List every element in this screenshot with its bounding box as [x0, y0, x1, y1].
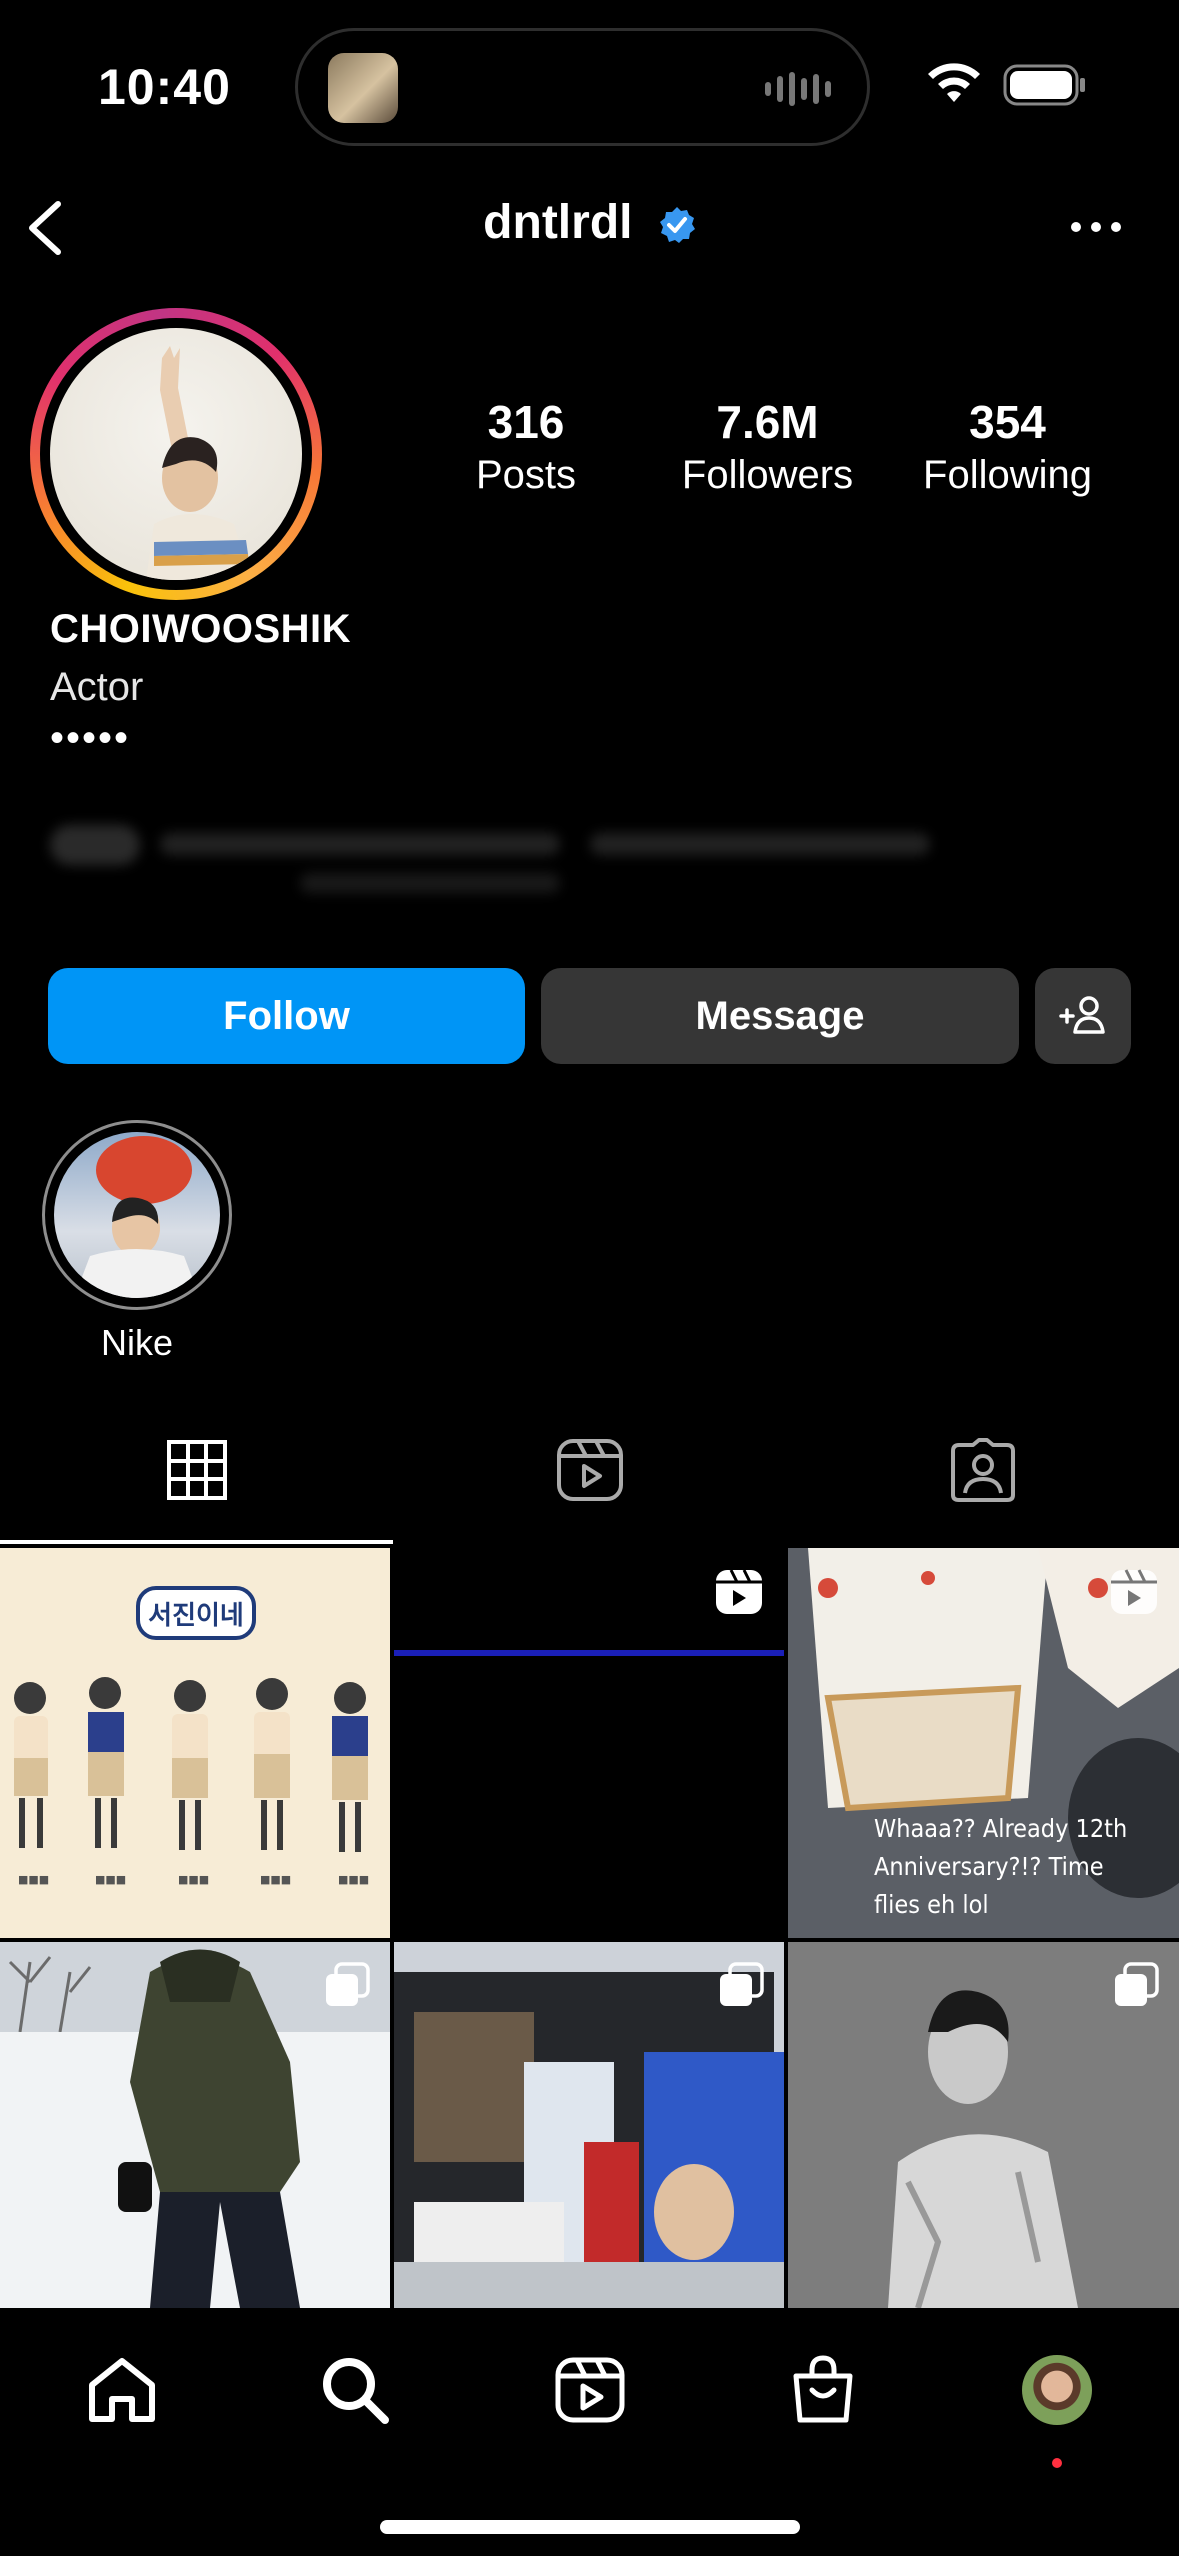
grid-post[interactable]: [788, 1942, 1179, 2308]
reel-icon: [1111, 1569, 1157, 1614]
followers-count-label: Followers: [681, 453, 854, 497]
svg-text:■■■: ■■■: [178, 1873, 209, 1886]
grid-post[interactable]: Whaaa?? Already 12th Anniversary?!? Time…: [788, 1548, 1179, 1938]
posts-count[interactable]: 316 Posts: [446, 395, 606, 498]
shopping-bag-icon: [793, 2355, 853, 2423]
carousel-icon: [720, 1962, 764, 2006]
svg-text:■■■: ■■■: [18, 1873, 49, 1886]
more-options-icon[interactable]: [1068, 212, 1124, 242]
message-button[interactable]: Message: [541, 968, 1019, 1064]
carousel-icon: [1115, 1962, 1159, 2006]
posts-count-label: Posts: [475, 453, 577, 497]
reels-icon: [555, 2357, 625, 2423]
suggested-users-button[interactable]: [1035, 968, 1131, 1064]
profile-avatar[interactable]: [30, 308, 322, 600]
nav-shop[interactable]: [773, 2340, 873, 2440]
grid-post[interactable]: 서진이네 ■■■ ■■■ ■■■ ■■■ ■■■: [0, 1548, 390, 1938]
reels-icon: [556, 1439, 623, 1501]
home-indicator[interactable]: [380, 2520, 800, 2534]
battery-icon: [1003, 64, 1085, 106]
tagged-person-icon: [950, 1438, 1015, 1502]
posts-count-value: 316: [487, 396, 565, 448]
now-playing-thumbnail: [328, 53, 398, 123]
highlight-label: Nike: [100, 1322, 174, 1363]
grid-tab[interactable]: [0, 1400, 393, 1540]
post-title-text: 서진이네: [148, 1601, 244, 1631]
follow-button[interactable]: Follow: [48, 968, 525, 1064]
followers-count-value: 7.6M: [716, 396, 819, 448]
status-time: 10:40: [98, 59, 231, 115]
highlight-cover-photo: [54, 1132, 220, 1298]
audio-waveform-icon: [765, 71, 835, 107]
grid-post[interactable]: [394, 1548, 784, 1938]
home-icon: [89, 2358, 155, 2422]
svg-text:■■■: ■■■: [95, 1873, 126, 1886]
svg-text:■■■: ■■■: [260, 1873, 291, 1886]
notification-dot: [1052, 2458, 1062, 2468]
avatar-photo: [50, 328, 302, 580]
search-icon: [323, 2358, 389, 2424]
add-person-icon: [1059, 996, 1105, 1034]
wifi-icon: [928, 63, 980, 102]
post-thumbnail-line: [394, 1650, 784, 1656]
verified-badge-icon: [659, 207, 695, 244]
bottom-navigation: [0, 2308, 1179, 2556]
reels-tab[interactable]: [393, 1400, 786, 1540]
blurred-bio-text: [50, 825, 930, 893]
tagged-tab[interactable]: [786, 1400, 1179, 1540]
following-count-value: 354: [969, 396, 1046, 448]
reel-icon: [716, 1569, 762, 1614]
active-tab-indicator: [0, 1540, 393, 1544]
post-illustration: 서진이네 ■■■ ■■■ ■■■ ■■■ ■■■: [14, 1586, 369, 1886]
nav-profile[interactable]: [1007, 2340, 1107, 2440]
username-text: dntlrdl: [483, 196, 633, 249]
profile-category: Actor: [50, 665, 144, 709]
following-count[interactable]: 354 Following: [900, 395, 1115, 498]
following-count-label: Following: [923, 453, 1092, 497]
profile-display-name: CHOIWOOSHIK: [50, 607, 352, 651]
nav-search[interactable]: [305, 2340, 405, 2440]
post-caption-overlay: Whaaa?? Already 12th Anniversary?!? Time…: [874, 1814, 1128, 1919]
own-avatar: [1022, 2355, 1092, 2425]
followers-count[interactable]: 7.6M Followers: [660, 395, 875, 498]
nav-home[interactable]: [72, 2340, 172, 2440]
grid-icon: [166, 1440, 227, 1500]
nav-reels[interactable]: [540, 2340, 640, 2440]
bio-more-indicator[interactable]: •••••: [50, 716, 130, 761]
grid-post[interactable]: [394, 1942, 784, 2308]
profile-username-header: dntlrdl: [0, 195, 1179, 250]
carousel-icon: [326, 1962, 370, 2006]
story-highlight[interactable]: [42, 1120, 232, 1310]
dynamic-island[interactable]: [295, 28, 870, 146]
svg-text:■■■: ■■■: [338, 1873, 369, 1886]
grid-post[interactable]: [0, 1942, 390, 2308]
